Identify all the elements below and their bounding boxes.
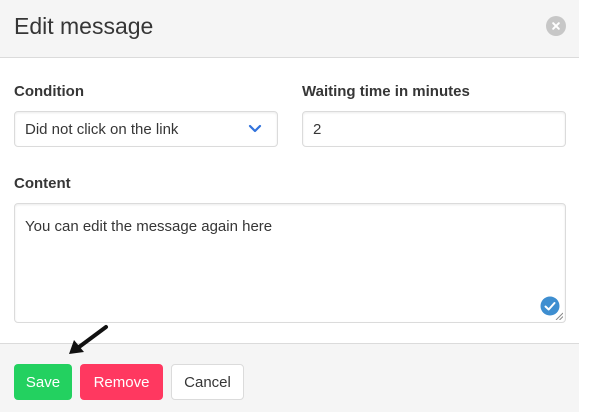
condition-label: Condition [14, 83, 84, 100]
condition-select[interactable]: Did not click on the link [14, 111, 278, 147]
waiting-time-label: Waiting time in minutes [302, 83, 470, 100]
right-gutter [579, 0, 594, 411]
content-label: Content [14, 175, 71, 192]
waiting-time-input[interactable]: 2 [302, 111, 566, 147]
content-value: You can edit the message again here [25, 218, 273, 235]
remove-button[interactable]: Remove [80, 364, 163, 400]
modal-title: Edit message [14, 13, 154, 39]
modal-header: Edit message [0, 0, 579, 58]
resize-handle-icon[interactable] [555, 312, 563, 320]
close-icon[interactable] [546, 16, 566, 36]
content-textarea[interactable]: You can edit the message again here [14, 203, 566, 323]
arrow-pointer-icon [69, 325, 108, 354]
waiting-time-value: 2 [313, 121, 322, 138]
condition-selected-value: Did not click on the link [25, 121, 179, 138]
chevron-down-icon [248, 124, 262, 133]
save-button[interactable]: Save [14, 364, 72, 400]
cancel-button[interactable]: Cancel [171, 364, 244, 400]
